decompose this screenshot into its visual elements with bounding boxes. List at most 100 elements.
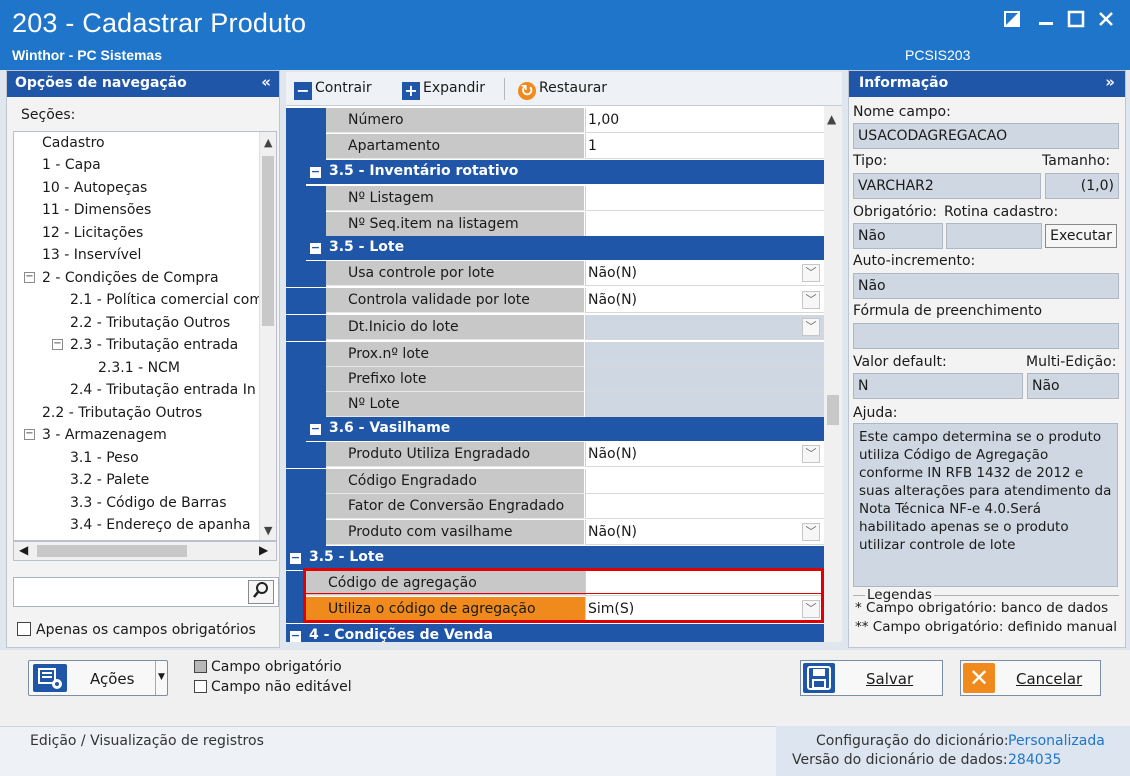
tree-item[interactable]: 3.1 - Peso (70, 447, 139, 469)
tree-item[interactable]: 10 - Autopeças (42, 177, 147, 199)
restore-window-icon[interactable] (1000, 10, 1024, 32)
restore-button[interactable]: ↻ Restaurar (518, 80, 607, 100)
tree-item[interactable]: Cadastro (42, 132, 105, 154)
sections-tree[interactable]: Cadastro 1 - Capa 10 - Autopeças 11 - Di… (13, 131, 277, 541)
search-input[interactable] (13, 577, 279, 607)
scroll-left-icon[interactable]: ◀ (19, 543, 28, 557)
grid-row[interactable]: Fator de Conversão Engradado (286, 494, 824, 520)
chevron-down-icon[interactable]: ﹀ (802, 264, 820, 282)
tree-item[interactable]: 1 - Capa (42, 154, 101, 176)
size-value: (1,0) (1045, 173, 1119, 199)
collapse-section-icon[interactable]: − (290, 630, 301, 642)
tree-item[interactable]: 2.2 - Tributação Outros (42, 402, 202, 424)
grid-row[interactable]: Produto com vasilhame Não(N) ﹀ (286, 520, 824, 546)
navigation-header-label: Opções de navegação (15, 75, 187, 91)
tree-item[interactable]: 2.4 - Tributação entrada In (70, 379, 256, 401)
scroll-up-icon[interactable]: ▲ (264, 136, 272, 149)
scroll-down-icon[interactable]: ▼ (264, 524, 272, 537)
grid-row[interactable]: Controla validade por lote Não(N) ﹀ (286, 288, 824, 314)
chevron-down-icon[interactable]: ﹀ (802, 523, 820, 541)
tree-item[interactable]: 2.3 - Tributação entrada (70, 334, 238, 356)
tree-item[interactable]: 13 - Inservível (42, 244, 141, 266)
tree-hscroll-thumb[interactable] (37, 545, 187, 557)
dictionary-version-label: Versão do dicionário de dados: (792, 752, 1008, 768)
field-value[interactable]: Não(N) ﹀ (585, 520, 824, 545)
tree-item[interactable]: 12 - Licitações (42, 222, 143, 244)
grid-row[interactable]: Número 1,00 (286, 108, 824, 134)
field-value[interactable] (585, 212, 824, 237)
field-value[interactable] (585, 186, 824, 211)
grid-scroll-thumb[interactable] (827, 395, 839, 425)
grid-row[interactable]: Nº Listagem (286, 186, 824, 212)
collapse-button[interactable]: − Contrair (294, 80, 372, 100)
row-indent (286, 342, 326, 368)
scroll-right-icon[interactable]: ▶ (259, 543, 268, 557)
field-value-text: Não(N) (588, 265, 638, 281)
field-value[interactable]: Não(N) ﹀ (585, 288, 824, 313)
only-required-checkbox[interactable]: Apenas os campos obrigatórios (17, 622, 256, 638)
formula-label: Fórmula de preenchimento (853, 303, 1043, 319)
field-value[interactable]: ﹀ (585, 315, 824, 340)
routine-code: PCSIS203 (905, 47, 971, 63)
tree-scroll-thumb[interactable] (262, 156, 274, 326)
grid-row[interactable]: Nº Lote (286, 392, 824, 418)
chevron-down-icon[interactable]: ﹀ (802, 445, 820, 463)
expand-panel-icon[interactable]: » (1105, 73, 1115, 91)
search-button[interactable] (248, 580, 274, 604)
collapse-section-icon[interactable]: − (310, 166, 321, 178)
grid-row[interactable]: Código Engradado (286, 469, 824, 495)
grid-row[interactable]: Usa controle por lote Não(N) ﹀ (286, 261, 824, 287)
field-value[interactable]: 1 (585, 134, 824, 159)
collapse-section-icon[interactable]: − (290, 552, 301, 564)
section-header[interactable]: −3.5 - Lote (306, 236, 824, 260)
tree-item[interactable]: 3.2 - Palete (70, 469, 149, 491)
tree-collapse-icon[interactable]: − (24, 429, 35, 440)
collapse-section-icon[interactable]: − (310, 242, 321, 254)
grid-vertical-scrollbar[interactable] (824, 106, 842, 642)
section-header[interactable]: −3.5 - Inventário rotativo (306, 160, 824, 184)
tree-item[interactable]: 2.1 - Política comercial comp (70, 289, 272, 311)
field-value[interactable]: Não(N) ﹀ (585, 261, 824, 286)
field-value[interactable]: Não(N) ﹀ (585, 442, 824, 467)
grid-row[interactable]: Nº Seq.item na listagem (286, 212, 824, 238)
tree-collapse-icon[interactable]: − (24, 272, 35, 283)
collapse-panel-icon[interactable]: « (261, 73, 271, 91)
section-header[interactable]: −4 - Condições de Venda (286, 624, 824, 642)
tree-collapse-icon[interactable]: − (52, 339, 63, 350)
section-header[interactable]: −3.6 - Vasilhame (306, 417, 824, 441)
grid-row[interactable]: Dt.Inicio do lote ﹀ (286, 315, 824, 341)
field-value[interactable]: 1,00 (585, 108, 824, 133)
tree-item[interactable]: 2 - Condições de Compra (42, 267, 219, 289)
tree-item[interactable]: 3 - Armazenagem (42, 424, 167, 446)
expand-button[interactable]: + Expandir (402, 80, 485, 100)
section-header[interactable]: −3.5 - Lote (286, 546, 824, 570)
field-value[interactable] (585, 367, 824, 392)
tree-item[interactable]: 3.4 - Endereço de apanha (70, 514, 251, 536)
minimize-icon[interactable] (1034, 10, 1058, 32)
tree-item[interactable]: 11 - Dimensões (42, 199, 151, 221)
field-value[interactable] (585, 469, 824, 494)
grid-row[interactable]: Produto Utiliza Engradado Não(N) ﹀ (286, 442, 824, 468)
tree-item[interactable]: 2.2 - Tributação Outros (70, 312, 230, 334)
grid-row[interactable]: Prefixo lote (286, 367, 824, 393)
legend-readonly-label: Campo não editável (211, 679, 352, 695)
chevron-down-icon[interactable]: ﹀ (802, 318, 820, 336)
execute-button[interactable]: Executar (1045, 224, 1117, 248)
close-icon[interactable] (1094, 10, 1118, 32)
plus-icon: + (402, 82, 420, 100)
grid-row[interactable]: Apartamento 1 (286, 134, 824, 160)
maximize-icon[interactable] (1064, 10, 1088, 32)
actions-dropdown-icon[interactable]: ▼ (155, 661, 167, 695)
field-value[interactable] (585, 494, 824, 519)
chevron-down-icon[interactable]: ﹀ (802, 291, 820, 309)
field-value[interactable] (585, 392, 824, 417)
collapse-section-icon[interactable]: − (310, 423, 321, 435)
toolbar-divider (504, 78, 505, 100)
field-value[interactable] (585, 342, 824, 367)
tree-item[interactable]: 3.3 - Código de Barras (70, 492, 227, 514)
scroll-up-icon[interactable]: ▲ (827, 112, 836, 126)
tree-item[interactable]: 2.3.1 - NCM (98, 357, 180, 379)
checkbox-box[interactable] (17, 622, 31, 636)
dictionary-config-label: Configuração do dicionário: (816, 733, 1009, 749)
grid-row[interactable]: Prox.nº lote (286, 342, 824, 368)
